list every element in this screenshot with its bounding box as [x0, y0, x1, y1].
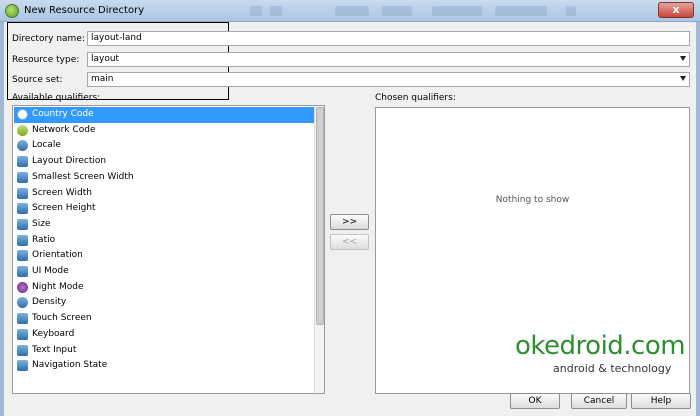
ui-mode-icon [17, 266, 28, 277]
list-item-label: Navigation State [32, 360, 108, 371]
globe-icon [17, 109, 28, 120]
moon-icon [17, 281, 28, 293]
resource-type-select[interactable]: layout [87, 52, 690, 67]
list-scrollbar[interactable] [314, 106, 324, 393]
toolbar-ghost-icon [566, 6, 576, 16]
globe-icon [17, 140, 28, 152]
list-item-text-input[interactable]: Text Input [14, 343, 315, 359]
list-item-locale[interactable]: Locale [14, 138, 315, 154]
list-item-label: Density [32, 297, 67, 308]
density-icon [17, 297, 28, 309]
list-item-navigation-state[interactable]: Navigation State [14, 358, 315, 374]
chevron-down-icon [680, 56, 686, 61]
resource-type-label: Resource type: [12, 55, 80, 65]
list-item-ui-mode[interactable]: UI Mode [14, 264, 315, 280]
chevron-down-icon [680, 76, 686, 81]
remove-qualifier-button[interactable]: << [330, 234, 369, 250]
source-set-select[interactable]: main [87, 72, 690, 87]
watermark-subtitle: android & technology [553, 362, 672, 375]
source-set-value: main [91, 74, 114, 84]
toolbar-ghost-icon [250, 6, 262, 16]
list-item-label: Screen Height [32, 203, 96, 214]
directory-name-label: Directory name: [12, 34, 85, 44]
list-item-label: Touch Screen [32, 313, 92, 324]
help-button[interactable]: Help [631, 393, 691, 409]
screen-width-icon [17, 187, 28, 199]
text-input-icon [17, 344, 28, 356]
list-item-label: Layout Direction [32, 156, 107, 167]
available-qualifiers-label: Available qualifiers: [12, 93, 101, 103]
list-item-label: Text Input [32, 344, 77, 355]
watermark-title: okedroid.com [515, 331, 686, 361]
chosen-qualifiers-label: Chosen qualifiers: [375, 93, 456, 103]
list-item-label: Smallest Screen Width [32, 171, 134, 182]
ok-button[interactable]: OK [510, 393, 560, 409]
available-qualifiers-list[interactable]: Country Code Network Code Locale Layout … [12, 105, 325, 394]
list-item-label: Keyboard [32, 328, 75, 339]
resource-type-value: layout [91, 54, 120, 64]
toolbar-ghost-icon [270, 6, 282, 16]
list-item-label: Locale [32, 140, 61, 151]
list-item-label: Screen Width [32, 187, 92, 198]
directory-name-field[interactable]: layout-land [87, 31, 690, 46]
source-set-label: Source set: [12, 75, 63, 85]
list-item-country-code[interactable]: Country Code [14, 107, 315, 123]
list-item-network-code[interactable]: Network Code [14, 123, 315, 139]
keyboard-icon [17, 328, 28, 340]
toolbar-ghost-icon [495, 6, 547, 16]
list-item-label: Country Code [32, 109, 94, 119]
add-qualifier-button[interactable]: >> [330, 214, 369, 230]
toolbar-ghost-icon [432, 6, 482, 16]
window-title: New Resource Directory [24, 5, 145, 16]
list-item-night-mode[interactable]: Night Mode [14, 280, 315, 296]
network-icon [17, 124, 28, 136]
screen-width-icon [17, 171, 28, 183]
list-item-touch-screen[interactable]: Touch Screen [14, 311, 315, 327]
scrollbar-thumb[interactable] [316, 107, 324, 325]
cancel-button[interactable]: Cancel [571, 393, 627, 409]
empty-state-text: Nothing to show [495, 195, 570, 205]
screen-height-icon [17, 203, 28, 215]
title-bar: New Resource Directory x [0, 0, 700, 22]
list-item-keyboard[interactable]: Keyboard [14, 327, 315, 343]
list-item-screen-height[interactable]: Screen Height [14, 201, 315, 217]
list-item-label: Size [32, 218, 51, 229]
touch-icon [17, 313, 28, 325]
size-icon [17, 218, 28, 230]
navigation-icon [17, 360, 28, 372]
list-item-smallest-screen-width[interactable]: Smallest Screen Width [14, 170, 315, 186]
watermark: okedroid.com android & technology [515, 331, 686, 375]
ratio-icon [17, 234, 28, 246]
list-item-label: Ratio [32, 234, 56, 245]
toolbar-ghost-icon [335, 6, 369, 16]
toolbar-ghost-icon [382, 6, 412, 16]
list-item-ratio[interactable]: Ratio [14, 233, 315, 249]
list-item-layout-direction[interactable]: Layout Direction [14, 154, 315, 170]
list-item-label: UI Mode [32, 266, 69, 276]
list-item-orientation[interactable]: Orientation [14, 248, 315, 264]
list-item-size[interactable]: Size [14, 217, 315, 233]
android-studio-icon [5, 4, 19, 18]
list-item-density[interactable]: Density [14, 295, 315, 311]
close-button[interactable]: x [658, 2, 694, 18]
list-item-label: Orientation [32, 250, 83, 261]
list-item-label: Night Mode [32, 281, 84, 292]
list-item-label: Network Code [32, 124, 96, 135]
orientation-icon [17, 250, 28, 262]
list-item-screen-width[interactable]: Screen Width [14, 186, 315, 202]
layout-direction-icon [17, 156, 28, 168]
